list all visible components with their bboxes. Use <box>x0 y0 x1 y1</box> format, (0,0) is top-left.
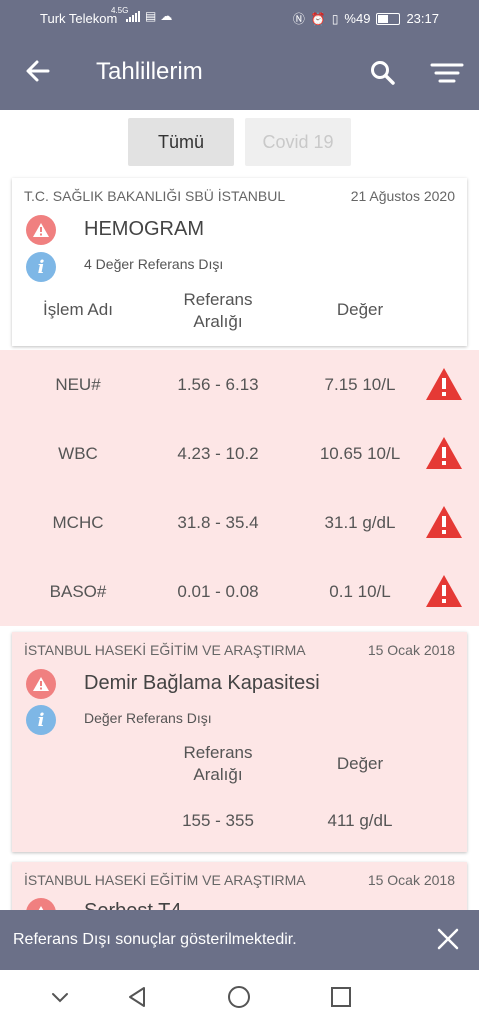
battery-percent: %49 <box>344 11 371 26</box>
alarm-icon: ⏰ <box>310 11 326 26</box>
row-value: 10.65 10/L <box>319 444 401 463</box>
test-name: Demir Bağlama Kapasitesi <box>84 672 320 694</box>
row-value: 31.1 g/dL <box>324 513 396 532</box>
row-reference-range: 31.8 - 35.4 <box>177 513 259 532</box>
nfc-icon: Ⓝ <box>292 12 305 26</box>
test-name: HEMOGRAM <box>84 218 204 240</box>
row-reference-range: 0.01 - 0.08 <box>177 582 259 601</box>
close-icon[interactable] <box>435 926 461 952</box>
column-header-range: Referans Aralığı <box>158 742 278 786</box>
recents-icon[interactable] <box>328 984 354 1010</box>
battery-icon <box>376 12 401 25</box>
back-icon[interactable] <box>124 984 150 1010</box>
tab-covid19[interactable]: Covid 19 <box>245 118 351 166</box>
row-test-name: WBC <box>58 444 98 463</box>
column-header-range-line1: Referans <box>183 290 253 309</box>
row-value: 411 g/dL <box>327 811 393 830</box>
status-bar: Turk Telekom 4.5G ▤☁ Ⓝ ⏰ ▯ %49 23:17 <box>0 0 479 36</box>
snackbar: Referans Dışı sonuçlar gösterilmektedir. <box>0 910 479 970</box>
column-header-name: İşlem Adı <box>43 300 113 319</box>
row-test-name: NEU# <box>55 375 101 394</box>
chevron-down-icon[interactable] <box>47 984 73 1010</box>
info-icon: i <box>26 252 56 282</box>
row-reference-range: 1.56 - 6.13 <box>177 375 259 394</box>
page-title: Tahlillerim <box>96 58 203 85</box>
result-date: 15 Ocak 2018 <box>367 872 455 888</box>
row-reference-range: 155 - 355 <box>182 811 254 830</box>
clock: 23:17 <box>406 11 439 26</box>
signal-icon <box>126 10 140 22</box>
filter-tabs: Tümü Covid 19 <box>0 110 479 176</box>
institution-name: İSTANBUL HASEKİ EĞİTİM VE ARAŞTIRMA <box>24 642 306 658</box>
warning-icon <box>426 575 462 607</box>
result-date: 21 Ağustos 2020 <box>350 188 455 204</box>
institution-name: İSTANBUL HASEKİ EĞİTİM VE ARAŞTIRMA <box>24 872 306 888</box>
column-header-range-line2: Aralığı <box>193 312 243 331</box>
institution-name: T.C. SAĞLIK BAKANLIĞI SBÜ İSTANBUL <box>24 188 286 204</box>
row-test-name: MCHC <box>52 513 104 532</box>
table-row[interactable]: WBC 4.23 - 10.2 10.65 10/L <box>0 419 479 488</box>
notification-icons: ▤☁ <box>145 9 177 23</box>
out-of-range-info: 4 Değer Referans Dışı <box>84 256 224 272</box>
results-table: NEU# 1.56 - 6.13 7.15 10/L WBC 4.23 - 10… <box>0 350 479 626</box>
row-value: 0.1 10/L <box>329 582 391 601</box>
out-of-range-info: Değer Referans Dışı <box>84 710 212 726</box>
table-row[interactable]: MCHC 31.8 - 35.4 31.1 g/dL <box>0 488 479 557</box>
home-icon[interactable] <box>226 984 252 1010</box>
result-card-iron-binding[interactable]: İSTANBUL HASEKİ EĞİTİM VE ARAŞTIRMA 15 O… <box>12 632 467 852</box>
column-header-range-line2: Aralığı <box>193 765 243 784</box>
filter-menu-icon[interactable] <box>430 62 464 84</box>
snackbar-message: Referans Dışı sonuçlar gösterilmektedir. <box>13 931 297 948</box>
row-reference-range: 4.23 - 10.2 <box>177 444 259 463</box>
search-icon[interactable] <box>370 60 396 86</box>
column-header-value: Değer <box>336 754 384 773</box>
carrier-name: Turk Telekom <box>40 11 118 26</box>
column-header-range: Referans Aralığı <box>158 289 278 333</box>
row-value: 7.15 10/L <box>324 375 396 394</box>
table-row[interactable]: BASO# 0.01 - 0.08 0.1 10/L <box>0 557 479 626</box>
column-header-range-line1: Referans <box>183 743 253 762</box>
result-card-hemogram[interactable]: T.C. SAĞLIK BAKANLIĞI SBÜ İSTANBUL 21 Ağ… <box>12 178 467 346</box>
result-date: 15 Ocak 2018 <box>367 642 455 658</box>
warning-icon <box>426 506 462 538</box>
table-row[interactable]: NEU# 1.56 - 6.13 7.15 10/L <box>0 350 479 419</box>
warning-icon <box>26 215 56 245</box>
tab-all[interactable]: Tümü <box>128 118 234 166</box>
row-test-name: BASO# <box>49 582 107 601</box>
arrow-left-icon[interactable] <box>24 56 52 86</box>
warning-icon <box>426 437 462 469</box>
warning-icon <box>426 368 462 400</box>
vibrate-icon: ▯ <box>331 11 339 26</box>
column-header-value: Değer <box>336 300 384 319</box>
info-icon: i <box>26 705 56 735</box>
app-bar: Tahlillerim <box>0 36 479 110</box>
warning-icon <box>26 669 56 699</box>
system-navigation-bar <box>0 970 479 1024</box>
